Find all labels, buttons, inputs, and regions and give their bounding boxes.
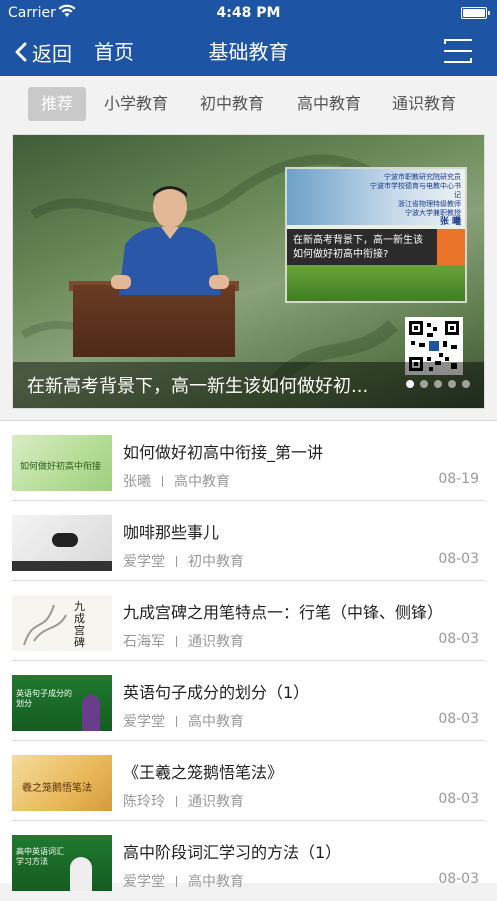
slide-panel: 宁波市职教研究院研究员 宁波市学校德育与电教中心书记 浙江省物理特级教师 宁波大… [285, 167, 467, 303]
list-item[interactable]: 英语句子成分的划分 英语句子成分的划分（1） 爱学堂 高中教育 08-03 [0, 661, 497, 741]
thumbnail-caption: 羲之笼鹅悟笔法 [22, 783, 92, 794]
slide-line: 宁波市学校德育与电教中心书记 [370, 182, 461, 199]
meta-separator [176, 716, 177, 727]
tab-high-school-education[interactable]: 高中教育 [291, 87, 367, 121]
course-title: 《王羲之笼鹅悟笔法》 [123, 763, 284, 782]
course-date: 08-19 [438, 471, 479, 487]
course-thumbnail: 羲之笼鹅悟笔法 [12, 755, 112, 811]
meta-separator [176, 876, 177, 887]
course-thumbnail: 如何做好初高中衔接 [12, 435, 112, 491]
course-list: 如何做好初高中衔接 如何做好初高中衔接_第一讲 张曦 高中教育 08-19 咖啡那… [0, 420, 497, 891]
course-meta: 陈玲玲 通识教育 [123, 791, 244, 811]
list-item[interactable]: 九成宫碑 九成宫碑之用笔特点一：行笔（中锋、侧锋） 石海军 通识教育 08-03 [0, 581, 497, 661]
course-meta: 张曦 高中教育 [123, 471, 230, 491]
banner-caption: 在新高考背景下，高一新生该如何做好初... [27, 376, 369, 397]
course-category: 高中教育 [188, 874, 244, 890]
meta-separator [162, 476, 163, 487]
course-title: 如何做好初高中衔接_第一讲 [123, 443, 324, 462]
slide-line: 浙江省物理特级教师 [398, 200, 461, 208]
course-thumbnail: 九成宫碑 [12, 595, 112, 651]
thumbnail-strip [12, 561, 112, 571]
course-author: 陈玲玲 [123, 794, 165, 810]
course-meta: 爱学堂 高中教育 [123, 871, 244, 891]
slide-accent [437, 229, 465, 269]
course-category: 高中教育 [188, 714, 244, 730]
course-category: 初中教育 [188, 554, 244, 570]
thumbnail-caption: 如何做好初高中衔接 [20, 462, 102, 472]
banner-caption-bar: 在新高考背景下，高一新生该如何做好初... [13, 362, 484, 408]
course-category: 通识教育 [188, 794, 244, 810]
course-meta: 爱学堂 高中教育 [123, 711, 244, 731]
course-title: 英语句子成分的划分（1） [123, 683, 310, 702]
course-date: 08-03 [438, 871, 479, 887]
course-author: 爱学堂 [123, 554, 165, 570]
thumbnail-caption: 英语句子成分的划分 [16, 689, 72, 708]
carousel-dot[interactable] [420, 380, 428, 388]
hamburger-menu-icon[interactable] [443, 36, 473, 66]
slide-footer [287, 265, 465, 301]
lecturer-figure [111, 186, 229, 295]
calligraphy-sketch [23, 604, 67, 646]
thumbnail-caption: 高中英语词汇学习方法 [16, 847, 64, 866]
list-item[interactable]: 如何做好初高中衔接 如何做好初高中衔接_第一讲 张曦 高中教育 08-19 [0, 421, 497, 501]
carousel-dot[interactable] [448, 380, 456, 388]
course-date: 08-03 [438, 711, 479, 727]
meta-separator [176, 636, 177, 647]
navigation-bar: 返回 首页 基础教育 [0, 28, 497, 76]
slide-line: 张 曦 [439, 217, 461, 227]
slide-line: 宁波市职教研究院研究员 [384, 173, 461, 181]
course-title: 咖啡那些事儿 [123, 523, 220, 542]
course-title: 九成宫碑之用笔特点一：行笔（中锋、侧锋） [123, 603, 444, 622]
category-tabs: 推荐 小学教育 初中教育 高中教育 通识教育 [0, 76, 497, 132]
course-thumbnail [12, 515, 112, 571]
course-date: 08-03 [438, 551, 479, 567]
teacher-figure [82, 695, 100, 731]
thumbnail-caption: 九成宫碑 [74, 600, 85, 649]
course-author: 爱学堂 [123, 874, 165, 890]
course-title: 高中阶段词汇学习的方法（1） [123, 843, 342, 862]
slide-panel-header: 宁波市职教研究院研究员 宁波市学校德育与电教中心书记 浙江省物理特级教师 宁波大… [287, 169, 465, 227]
carousel-dot[interactable] [462, 380, 470, 388]
course-category: 高中教育 [174, 474, 230, 490]
tab-middle-school-education[interactable]: 初中教育 [194, 87, 270, 121]
list-item[interactable]: 羲之笼鹅悟笔法 《王羲之笼鹅悟笔法》 陈玲玲 通识教育 08-03 [0, 741, 497, 821]
course-author: 爱学堂 [123, 714, 165, 730]
hand-marker-figure [52, 533, 78, 547]
page-title: 基础教育 [208, 40, 289, 64]
carousel-dots[interactable] [406, 380, 470, 388]
course-author: 石海军 [123, 634, 165, 650]
list-item[interactable]: 高中英语词汇学习方法 高中阶段词汇学习的方法（1） 爱学堂 高中教育 08-03 [0, 821, 497, 901]
carousel-dot[interactable] [434, 380, 442, 388]
tab-recommended[interactable]: 推荐 [28, 87, 86, 121]
carousel-dot[interactable] [406, 380, 414, 388]
course-date: 08-03 [438, 631, 479, 647]
list-item[interactable]: 咖啡那些事儿 爱学堂 初中教育 08-03 [0, 501, 497, 581]
course-meta: 爱学堂 初中教育 [123, 551, 244, 571]
battery-icon [461, 7, 490, 19]
tab-general-education[interactable]: 通识教育 [386, 87, 462, 121]
meta-separator [176, 796, 177, 807]
meta-separator [176, 556, 177, 567]
featured-carousel[interactable]: 宁波市职教研究院研究员 宁波市学校德育与电教中心书记 浙江省物理特级教师 宁波大… [12, 134, 485, 409]
teacher-figure [70, 857, 92, 891]
slide-question: 在新高考背景下，高一新生该如何做好初高中衔接? [287, 229, 437, 269]
slide-panel-lines: 宁波市职教研究院研究员 宁波市学校德育与电教中心书记 浙江省物理特级教师 宁波大… [369, 173, 461, 227]
course-date: 08-03 [438, 791, 479, 807]
course-thumbnail: 英语句子成分的划分 [12, 675, 112, 731]
clock: 4:48 PM [216, 5, 281, 21]
status-bar: Carrier 4:48 PM [0, 0, 497, 28]
course-author: 张曦 [123, 474, 151, 490]
course-category: 通识教育 [188, 634, 244, 650]
course-meta: 石海军 通识教育 [123, 631, 244, 651]
tab-primary-education[interactable]: 小学教育 [98, 87, 174, 121]
